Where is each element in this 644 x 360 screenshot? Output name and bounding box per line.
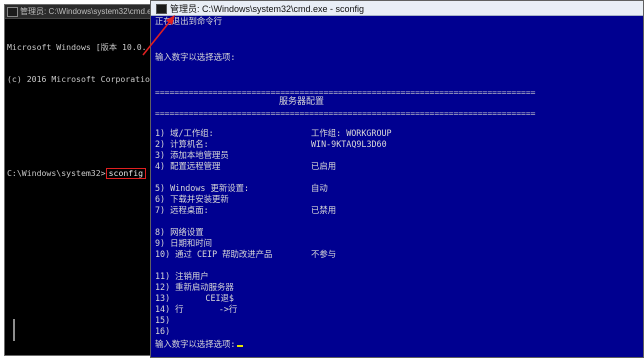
menu-item-label: 9) 日期和时间 bbox=[155, 238, 213, 248]
menu-item-label: 13) CEI退$ bbox=[155, 293, 234, 303]
screenshot-frame: 管理员: C:\Windows\system32\cmd.e Microsoft… bbox=[0, 0, 644, 360]
menu-item-label: 7) 远程桌面: bbox=[155, 205, 209, 215]
menu-item-label: 11) 注销用户 bbox=[155, 271, 209, 281]
menu-item-label: 1) 域/工作组: bbox=[155, 128, 214, 138]
prompt-text: C:\Windows\system32> bbox=[7, 168, 106, 178]
menu-item-label: 3) 添加本地管理员 bbox=[155, 150, 229, 160]
sconfig-command-highlight: sconfig bbox=[105, 168, 147, 179]
menu-item: 8) 网络设置 bbox=[155, 227, 635, 238]
menu-item-value: 已禁用 bbox=[311, 205, 337, 215]
exit-message: 正在退出到命令行 bbox=[155, 16, 222, 26]
separator-line: ========================================… bbox=[155, 109, 536, 118]
menu-item: 15) bbox=[155, 315, 635, 326]
menu-header: 服务器配置 bbox=[279, 97, 325, 107]
cmd-window-background[interactable]: 管理员: C:\Windows\system32\cmd.e Microsoft… bbox=[4, 4, 156, 356]
menu-item: 10) 通过 CEIP 帮助改进产品 不参与 bbox=[155, 249, 635, 260]
menu-item: 12) 重新启动服务器 bbox=[155, 282, 635, 293]
sconfig-title: 管理员: C:\Windows\system32\cmd.exe - sconf… bbox=[170, 4, 365, 14]
sconfig-window[interactable]: 管理员: C:\Windows\system32\cmd.exe - sconf… bbox=[150, 0, 644, 358]
menu-item: 2) 计算机名: WIN-9KTAQ9L3D60 bbox=[155, 139, 635, 150]
cmd-output-background: Microsoft Windows [版本 10.0. (c) 2016 Mic… bbox=[7, 21, 153, 200]
menu-item-value: 已启用 bbox=[311, 161, 337, 171]
menu-item-label: 14) 行 ->行 bbox=[155, 304, 238, 314]
menu-item-label: 8) 网络设置 bbox=[155, 227, 204, 237]
prompt-text-top: 输入数字以选择选项: bbox=[155, 52, 236, 62]
prompt-line: C:\Windows\system32> sconfig bbox=[7, 168, 153, 179]
console-line: (c) 2016 Microsoft Corporatio bbox=[7, 73, 150, 84]
menu-item-label: 4) 配置远程管理 bbox=[155, 161, 221, 171]
cmd-icon bbox=[7, 7, 18, 17]
input-cursor[interactable] bbox=[237, 345, 244, 347]
prompt-line-bottom[interactable]: 输入数字以选择选项: bbox=[155, 339, 244, 350]
text-cursor-bar bbox=[13, 319, 15, 341]
menu-item-value: 不参与 bbox=[311, 249, 337, 259]
menu-item: 13) CEI退$ bbox=[155, 293, 635, 304]
menu-item bbox=[155, 216, 635, 227]
menu-item-label: 2) 计算机名: bbox=[155, 139, 209, 149]
menu-item-value: 自动 bbox=[311, 183, 328, 193]
menu-item: 9) 日期和时间 bbox=[155, 238, 635, 249]
menu-item-label: 6) 下载并安装更新 bbox=[155, 194, 229, 204]
menu-item: 3) 添加本地管理员 bbox=[155, 150, 635, 161]
cmd-icon bbox=[156, 4, 167, 14]
menu-item: 5) Windows 更新设置: 自动 bbox=[155, 183, 635, 194]
menu-item bbox=[155, 172, 635, 183]
prompt-text-bottom: 输入数字以选择选项: bbox=[155, 339, 236, 349]
menu-item: 14) 行 ->行 bbox=[155, 304, 635, 315]
separator-line: ========================================… bbox=[155, 88, 536, 97]
menu-item-label: 5) Windows 更新设置: bbox=[155, 183, 250, 193]
menu-item-value: WIN-9KTAQ9L3D60 bbox=[311, 139, 387, 149]
cmd-title-background: 管理员: C:\Windows\system32\cmd.e bbox=[20, 7, 152, 16]
menu-item: 1) 域/工作组: 工作组: WORKGROUP bbox=[155, 128, 635, 139]
menu-item: 7) 远程桌面: 已禁用 bbox=[155, 205, 635, 216]
menu-item: 6) 下载并安装更新 bbox=[155, 194, 635, 205]
menu-item-label: 16) bbox=[155, 326, 171, 336]
sconfig-titlebar[interactable]: 管理员: C:\Windows\system32\cmd.exe - sconf… bbox=[151, 1, 643, 16]
menu-item: 16) bbox=[155, 326, 635, 337]
menu-item: 4) 配置远程管理 已启用 bbox=[155, 161, 635, 172]
menu-item-value: 工作组: WORKGROUP bbox=[311, 128, 392, 138]
console-line: Microsoft Windows [版本 10.0. bbox=[7, 42, 147, 52]
menu-item bbox=[155, 260, 635, 271]
menu-item-label: 12) 重新启动服务器 bbox=[155, 282, 234, 292]
cmd-titlebar-background[interactable]: 管理员: C:\Windows\system32\cmd.e bbox=[5, 5, 155, 19]
menu-item-label: 15) bbox=[155, 315, 171, 325]
menu-item: 11) 注销用户 bbox=[155, 271, 635, 282]
menu-item-label: 10) 通过 CEIP 帮助改进产品 bbox=[155, 249, 273, 259]
